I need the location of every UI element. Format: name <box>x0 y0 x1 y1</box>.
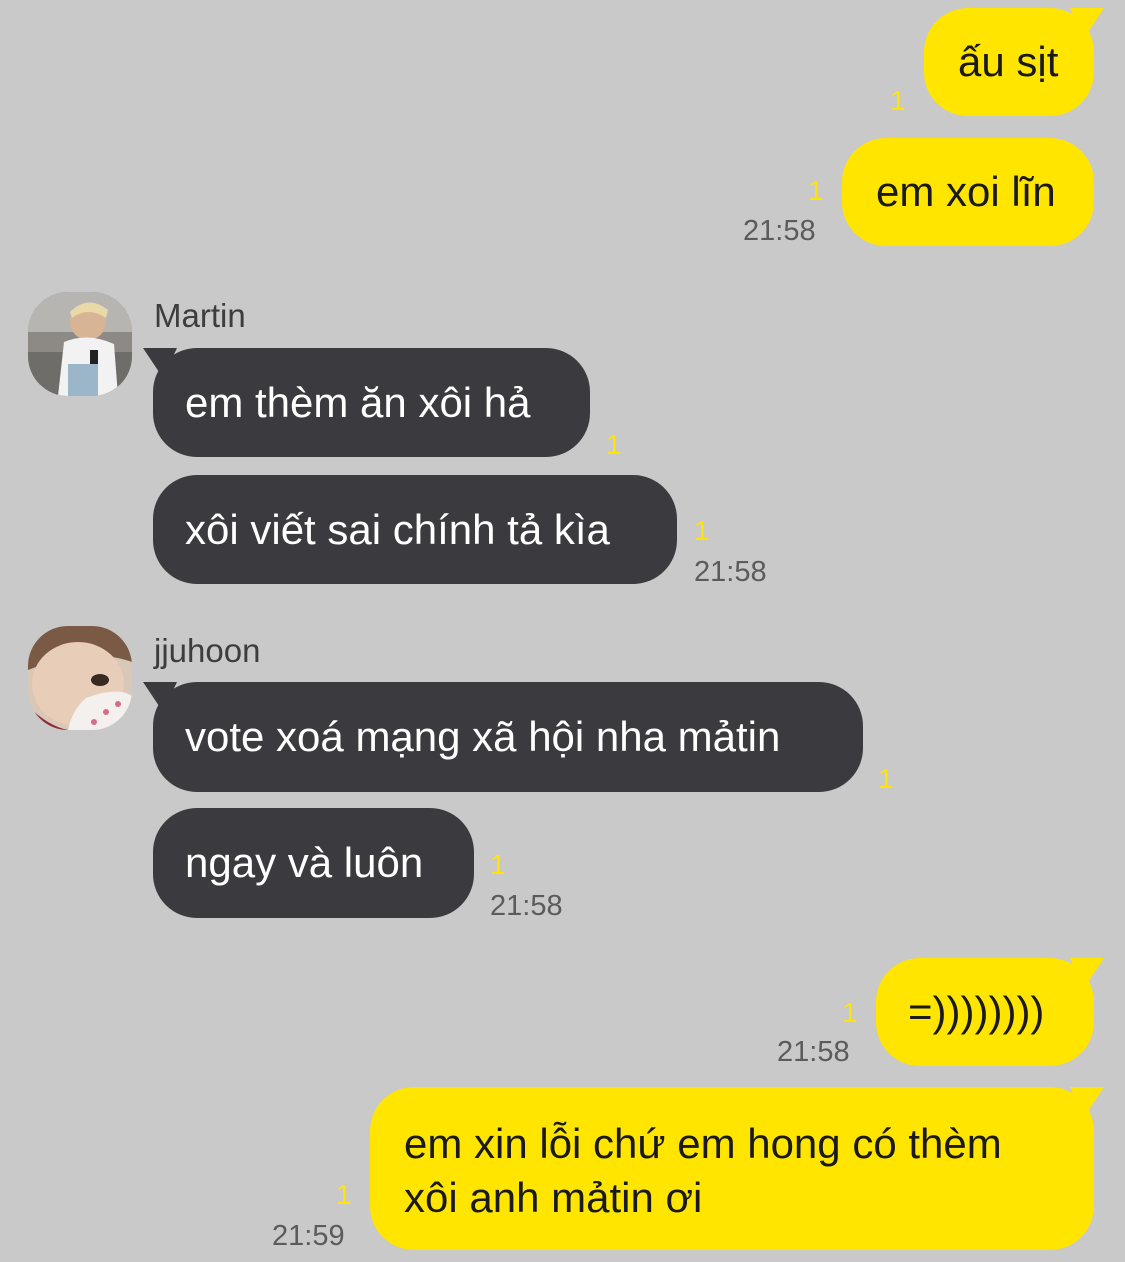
message-bubble-outgoing[interactable]: ấu sịt <box>924 8 1104 116</box>
unread-count: 1 <box>336 1179 352 1210</box>
message-time: 21:59 <box>272 1220 345 1252</box>
bubble-tail <box>1070 1087 1104 1117</box>
message-text: =)))))))) <box>908 988 1045 1035</box>
message-bubble-incoming[interactable]: vote xoá mạng xã hội nha mảtin <box>143 682 863 792</box>
martin-avatar[interactable] <box>28 292 132 396</box>
message-text-line-2: xôi anh mảtin ơi <box>404 1174 703 1221</box>
jjuhoon-avatar[interactable] <box>28 626 132 730</box>
message-text: ngay và luôn <box>185 839 424 886</box>
unread-count: 1 <box>808 175 824 206</box>
sender-name: Martin <box>154 297 246 334</box>
message-bubble-outgoing[interactable]: =)))))))) <box>876 958 1104 1066</box>
message-text: vote xoá mạng xã hội nha mảtin <box>185 713 781 760</box>
message-time: 21:58 <box>777 1036 850 1068</box>
message-text: em xoi lĩn <box>876 168 1056 215</box>
message-bubble-incoming[interactable]: xôi viết sai chính tả kìa <box>153 475 677 584</box>
message-text: em thèm ăn xôi hả <box>185 379 531 426</box>
message-time: 21:58 <box>490 890 563 922</box>
message-text: xôi viết sai chính tả kìa <box>185 506 610 553</box>
bubble-tail <box>1070 8 1104 38</box>
message-bubble-incoming[interactable]: ngay và luôn <box>153 808 474 918</box>
bubble-tail <box>1070 958 1104 988</box>
unread-count: 1 <box>694 515 710 546</box>
message-text-line-1: em xin lỗi chứ em hong có thèm <box>404 1120 1002 1167</box>
message-bubble-outgoing[interactable]: em xoi lĩn <box>842 138 1094 246</box>
unread-count: 1 <box>842 997 858 1028</box>
unread-count: 1 <box>606 429 622 460</box>
unread-count: 1 <box>490 849 506 880</box>
message-bubble-outgoing[interactable]: em xin lỗi chứ em hong có thèm xôi anh m… <box>370 1087 1104 1250</box>
message-text: ấu sịt <box>958 38 1059 85</box>
message-time: 21:58 <box>694 556 767 588</box>
sender-name: jjuhoon <box>154 632 261 669</box>
bubble-tail <box>143 682 177 712</box>
unread-count: 1 <box>890 85 906 116</box>
bubble-tail <box>143 348 177 378</box>
message-bubble-incoming[interactable]: em thèm ăn xôi hả <box>143 348 590 457</box>
unread-count: 1 <box>878 763 894 794</box>
message-time: 21:58 <box>743 215 816 247</box>
